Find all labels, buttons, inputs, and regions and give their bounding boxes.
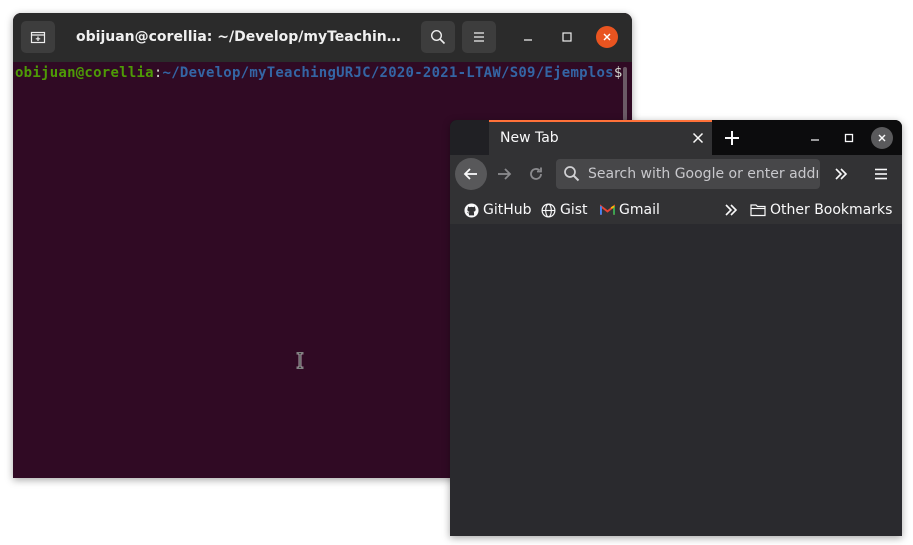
bookmarks-overflow-button[interactable] xyxy=(723,196,739,224)
bookmark-gmail[interactable]: Gmail xyxy=(600,196,660,224)
close-icon xyxy=(692,132,704,144)
bookmark-label: GitHub xyxy=(483,202,532,218)
prompt-user: obijuan@corellia xyxy=(15,65,154,81)
other-bookmarks-label: Other Bookmarks xyxy=(770,202,893,218)
prompt-path: ~/Develop/myTeachingURJC/2020-2021-LTAW/… xyxy=(162,65,614,81)
close-icon xyxy=(603,33,611,41)
plus-icon xyxy=(725,131,739,145)
terminal-title: obijuan@corellia: ~/Develop/myTeachingUR… xyxy=(76,29,406,45)
bookmark-label: Gmail xyxy=(619,202,660,218)
terminal-scrollbar[interactable] xyxy=(623,67,627,121)
maximize-icon xyxy=(562,32,572,42)
terminal-header-bar: obijuan@corellia: ~/Develop/myTeachingUR… xyxy=(13,13,632,62)
github-icon xyxy=(464,202,479,218)
new-terminal-tab-icon xyxy=(30,31,46,44)
search-icon xyxy=(564,166,580,182)
maximize-button[interactable] xyxy=(556,26,578,48)
search-icon xyxy=(430,29,446,45)
globe-icon xyxy=(541,203,556,218)
minimize-icon xyxy=(524,39,532,41)
bookmarks-toolbar: GitHub Gist Gmail Other Bookmarks xyxy=(450,196,902,224)
nav-toolbar xyxy=(450,155,902,196)
bookmark-github[interactable]: GitHub xyxy=(464,196,532,224)
back-button[interactable] xyxy=(455,158,487,190)
browser-minimize-button[interactable] xyxy=(804,127,826,149)
address-bar[interactable] xyxy=(556,159,820,189)
tab-title: New Tab xyxy=(500,130,559,146)
app-menu-button[interactable] xyxy=(865,158,897,190)
close-icon xyxy=(878,134,886,142)
menu-button[interactable] xyxy=(462,21,496,53)
gmail-icon xyxy=(600,204,615,216)
page-content[interactable] xyxy=(450,224,902,536)
hamburger-menu-icon xyxy=(875,168,887,180)
tab-strip-drag-area[interactable] xyxy=(450,120,489,155)
browser-close-button[interactable] xyxy=(871,127,893,149)
new-tab-button[interactable] xyxy=(720,126,744,150)
reload-icon xyxy=(530,167,542,180)
close-button[interactable] xyxy=(596,26,618,48)
tab-close-button[interactable] xyxy=(690,130,706,146)
minimize-button[interactable] xyxy=(517,26,539,48)
new-tab-button[interactable] xyxy=(21,21,55,53)
prompt-separator: : xyxy=(153,65,163,81)
tab-bar: New Tab xyxy=(450,120,902,155)
overflow-toolbar-button[interactable] xyxy=(825,158,857,190)
double-chevron-right-icon xyxy=(725,204,738,216)
search-input[interactable] xyxy=(588,159,818,189)
forward-button[interactable] xyxy=(488,158,520,190)
text-cursor-icon xyxy=(296,352,304,369)
prompt-symbol: $ xyxy=(613,65,623,81)
double-chevron-right-icon xyxy=(835,168,848,180)
search-button[interactable] xyxy=(421,21,455,53)
minimize-icon xyxy=(811,139,819,141)
hamburger-menu-icon xyxy=(474,32,484,42)
browser-window: New Tab Search with Google or enter addr… xyxy=(450,120,902,536)
arrow-right-icon xyxy=(498,168,512,180)
tab-new-tab[interactable]: New Tab xyxy=(489,120,712,155)
reload-button[interactable] xyxy=(520,158,552,190)
bookmark-gist[interactable]: Gist xyxy=(541,196,588,224)
folder-icon xyxy=(750,203,766,217)
other-bookmarks-folder[interactable]: Other Bookmarks xyxy=(750,196,892,224)
bookmark-label: Gist xyxy=(560,202,588,218)
browser-maximize-button[interactable] xyxy=(838,127,860,149)
maximize-icon xyxy=(844,133,854,143)
arrow-left-icon xyxy=(463,168,477,180)
